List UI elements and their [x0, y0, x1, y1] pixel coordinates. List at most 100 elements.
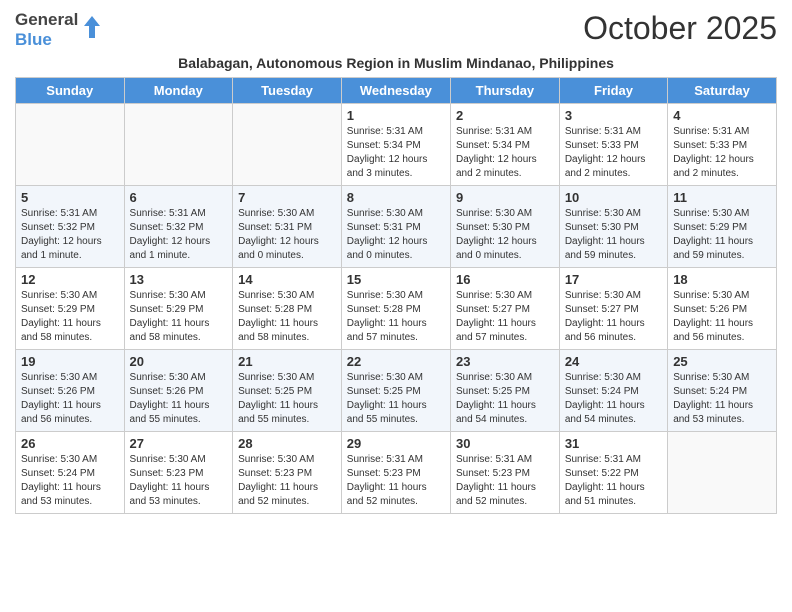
day-number: 28: [238, 436, 336, 451]
title-block: October 2025: [583, 10, 777, 47]
day-info: Sunrise: 5:31 AM Sunset: 5:32 PM Dayligh…: [130, 207, 228, 263]
day-info: Sunrise: 5:30 AM Sunset: 5:25 PM Dayligh…: [238, 371, 336, 427]
day-number: 1: [347, 108, 445, 123]
day-number: 13: [130, 272, 228, 287]
day-info: Sunrise: 5:30 AM Sunset: 5:25 PM Dayligh…: [456, 371, 554, 427]
calendar-cell: 12 Sunrise: 5:30 AM Sunset: 5:29 PM Dayli…: [16, 267, 125, 349]
day-info: Sunrise: 5:30 AM Sunset: 5:30 PM Dayligh…: [456, 207, 554, 263]
col-saturday: Saturday: [668, 77, 777, 103]
logo-line1: General: [15, 10, 78, 30]
calendar-cell: 30 Sunrise: 5:31 AM Sunset: 5:23 PM Dayli…: [450, 431, 559, 513]
calendar-week-row: 26 Sunrise: 5:30 AM Sunset: 5:24 PM Dayli…: [16, 431, 777, 513]
calendar-cell: 8Sunrise: 5:30 AM Sunset: 5:31 PM Daylig…: [341, 185, 450, 267]
calendar-cell: 17 Sunrise: 5:30 AM Sunset: 5:27 PM Dayli…: [559, 267, 667, 349]
day-info: Sunrise: 5:30 AM Sunset: 5:28 PM Dayligh…: [238, 289, 336, 345]
day-info: Sunrise: 5:30 AM Sunset: 5:25 PM Dayligh…: [347, 371, 445, 427]
calendar-cell: 22 Sunrise: 5:30 AM Sunset: 5:25 PM Dayli…: [341, 349, 450, 431]
day-info: Sunrise: 5:30 AM Sunset: 5:24 PM Dayligh…: [565, 371, 662, 427]
calendar-cell: 5Sunrise: 5:31 AM Sunset: 5:32 PM Daylig…: [16, 185, 125, 267]
calendar-cell: 6 Sunrise: 5:31 AM Sunset: 5:32 PM Daylig…: [124, 185, 233, 267]
day-info: Sunrise: 5:30 AM Sunset: 5:27 PM Dayligh…: [456, 289, 554, 345]
day-number: 14: [238, 272, 336, 287]
day-number: 3: [565, 108, 662, 123]
calendar-cell: 1 Sunrise: 5:31 AM Sunset: 5:34 PM Daylig…: [341, 103, 450, 185]
calendar-week-row: 12 Sunrise: 5:30 AM Sunset: 5:29 PM Dayli…: [16, 267, 777, 349]
calendar-cell: [124, 103, 233, 185]
day-number: 20: [130, 354, 228, 369]
day-info: Sunrise: 5:31 AM Sunset: 5:32 PM Dayligh…: [21, 207, 119, 263]
calendar-week-row: 1 Sunrise: 5:31 AM Sunset: 5:34 PM Daylig…: [16, 103, 777, 185]
day-number: 27: [130, 436, 228, 451]
day-number: 10: [565, 190, 662, 205]
month-title: October 2025: [583, 10, 777, 47]
calendar-body: 1 Sunrise: 5:31 AM Sunset: 5:34 PM Daylig…: [16, 103, 777, 513]
day-info: Sunrise: 5:30 AM Sunset: 5:23 PM Dayligh…: [130, 453, 228, 509]
page-header: General Blue October 2025: [15, 10, 777, 51]
subtitle: Balabagan, Autonomous Region in Muslim M…: [15, 55, 777, 71]
day-info: Sunrise: 5:30 AM Sunset: 5:29 PM Dayligh…: [21, 289, 119, 345]
col-thursday: Thursday: [450, 77, 559, 103]
calendar-cell: [233, 103, 342, 185]
day-number: 6: [130, 190, 228, 205]
day-info: Sunrise: 5:30 AM Sunset: 5:26 PM Dayligh…: [673, 289, 771, 345]
day-info: Sunrise: 5:30 AM Sunset: 5:26 PM Dayligh…: [130, 371, 228, 427]
day-number: 26: [21, 436, 119, 451]
day-number: 17: [565, 272, 662, 287]
calendar-cell: 19 Sunrise: 5:30 AM Sunset: 5:26 PM Dayli…: [16, 349, 125, 431]
day-info: Sunrise: 5:30 AM Sunset: 5:24 PM Dayligh…: [673, 371, 771, 427]
calendar-cell: 2Sunrise: 5:31 AM Sunset: 5:34 PM Daylig…: [450, 103, 559, 185]
day-info: Sunrise: 5:31 AM Sunset: 5:23 PM Dayligh…: [347, 453, 445, 509]
day-number: 29: [347, 436, 445, 451]
day-number: 25: [673, 354, 771, 369]
day-number: 15: [347, 272, 445, 287]
day-number: 4: [673, 108, 771, 123]
day-info: Sunrise: 5:30 AM Sunset: 5:23 PM Dayligh…: [238, 453, 336, 509]
col-sunday: Sunday: [16, 77, 125, 103]
calendar-cell: 3Sunrise: 5:31 AM Sunset: 5:33 PM Daylig…: [559, 103, 667, 185]
day-number: 23: [456, 354, 554, 369]
day-info: Sunrise: 5:30 AM Sunset: 5:27 PM Dayligh…: [565, 289, 662, 345]
calendar-header: Sunday Monday Tuesday Wednesday Thursday…: [16, 77, 777, 103]
day-info: Sunrise: 5:30 AM Sunset: 5:30 PM Dayligh…: [565, 207, 662, 263]
day-number: 11: [673, 190, 771, 205]
calendar-cell: 4 Sunrise: 5:31 AM Sunset: 5:33 PM Daylig…: [668, 103, 777, 185]
day-number: 24: [565, 354, 662, 369]
day-number: 9: [456, 190, 554, 205]
day-number: 22: [347, 354, 445, 369]
calendar-cell: [16, 103, 125, 185]
calendar-cell: 14 Sunrise: 5:30 AM Sunset: 5:28 PM Dayli…: [233, 267, 342, 349]
calendar-week-row: 19 Sunrise: 5:30 AM Sunset: 5:26 PM Dayli…: [16, 349, 777, 431]
calendar-cell: 21 Sunrise: 5:30 AM Sunset: 5:25 PM Dayli…: [233, 349, 342, 431]
day-info: Sunrise: 5:30 AM Sunset: 5:28 PM Dayligh…: [347, 289, 445, 345]
calendar-cell: 15 Sunrise: 5:30 AM Sunset: 5:28 PM Dayli…: [341, 267, 450, 349]
day-number: 21: [238, 354, 336, 369]
day-info: Sunrise: 5:31 AM Sunset: 5:34 PM Dayligh…: [347, 125, 445, 181]
calendar-cell: 13 Sunrise: 5:30 AM Sunset: 5:29 PM Dayli…: [124, 267, 233, 349]
calendar-cell: 24 Sunrise: 5:30 AM Sunset: 5:24 PM Dayli…: [559, 349, 667, 431]
day-info: Sunrise: 5:30 AM Sunset: 5:24 PM Dayligh…: [21, 453, 119, 509]
page-container: General Blue October 2025 Balabagan, Aut…: [0, 0, 792, 524]
day-info: Sunrise: 5:30 AM Sunset: 5:29 PM Dayligh…: [130, 289, 228, 345]
day-info: Sunrise: 5:31 AM Sunset: 5:23 PM Dayligh…: [456, 453, 554, 509]
col-friday: Friday: [559, 77, 667, 103]
day-info: Sunrise: 5:30 AM Sunset: 5:31 PM Dayligh…: [347, 207, 445, 263]
day-number: 12: [21, 272, 119, 287]
logo: General Blue: [15, 10, 102, 51]
day-number: 19: [21, 354, 119, 369]
logo-line2: Blue: [15, 30, 78, 50]
header-row: Sunday Monday Tuesday Wednesday Thursday…: [16, 77, 777, 103]
day-number: 30: [456, 436, 554, 451]
day-info: Sunrise: 5:30 AM Sunset: 5:31 PM Dayligh…: [238, 207, 336, 263]
calendar-cell: 23 Sunrise: 5:30 AM Sunset: 5:25 PM Dayli…: [450, 349, 559, 431]
day-info: Sunrise: 5:30 AM Sunset: 5:26 PM Dayligh…: [21, 371, 119, 427]
day-info: Sunrise: 5:31 AM Sunset: 5:33 PM Dayligh…: [673, 125, 771, 181]
day-info: Sunrise: 5:30 AM Sunset: 5:29 PM Dayligh…: [673, 207, 771, 263]
calendar-week-row: 5Sunrise: 5:31 AM Sunset: 5:32 PM Daylig…: [16, 185, 777, 267]
day-info: Sunrise: 5:31 AM Sunset: 5:34 PM Dayligh…: [456, 125, 554, 181]
calendar-cell: 29 Sunrise: 5:31 AM Sunset: 5:23 PM Dayli…: [341, 431, 450, 513]
calendar-cell: 20 Sunrise: 5:30 AM Sunset: 5:26 PM Dayli…: [124, 349, 233, 431]
logo-text-block: General Blue: [15, 10, 102, 51]
calendar-table: Sunday Monday Tuesday Wednesday Thursday…: [15, 77, 777, 514]
col-tuesday: Tuesday: [233, 77, 342, 103]
calendar-cell: 27 Sunrise: 5:30 AM Sunset: 5:23 PM Dayli…: [124, 431, 233, 513]
